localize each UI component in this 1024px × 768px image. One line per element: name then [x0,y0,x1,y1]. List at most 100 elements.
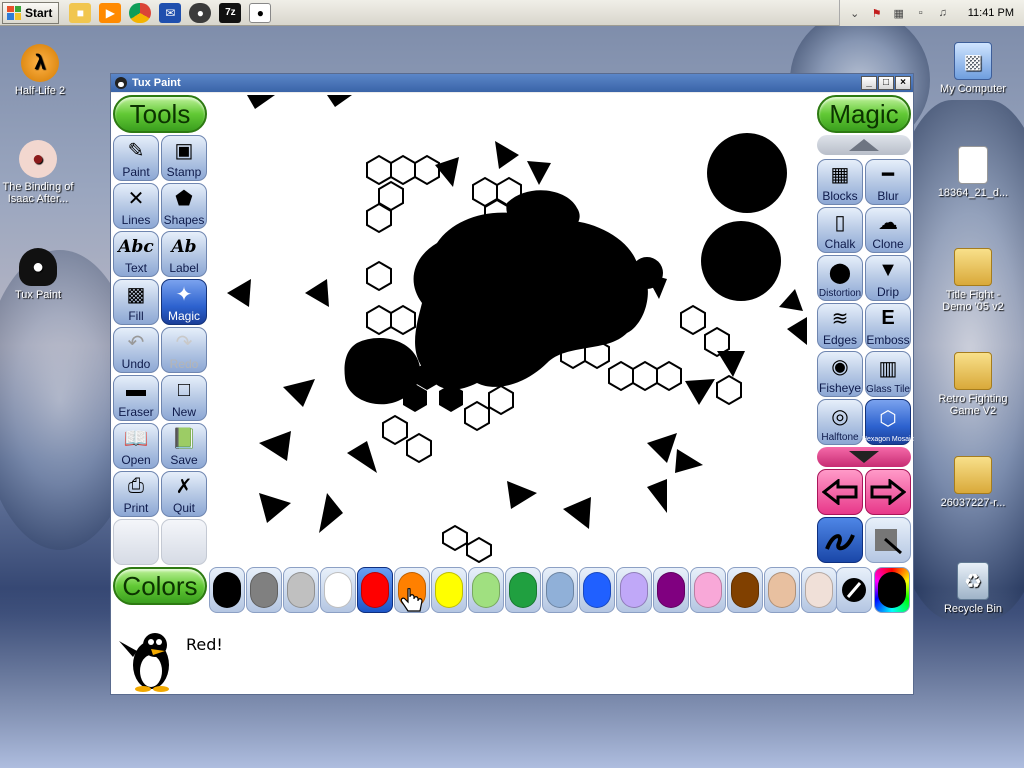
desktop-icon-my-computer[interactable]: ▩ My Computer [933,42,1013,95]
tool-lines[interactable]: ✕ Lines [113,183,159,229]
network-icon[interactable]: ▦ [892,6,906,20]
status-message: Red! [186,635,223,654]
tool-label: Undo [121,357,151,371]
volume-icon[interactable]: ♫ [936,6,950,20]
color-swatch-button[interactable] [690,567,726,613]
magic-edges[interactable]: ≋ Edges [817,303,863,349]
drawing-canvas[interactable] [207,93,817,563]
maximize-button[interactable]: □ [878,76,894,90]
desktop-icon-binding-of-isaac[interactable]: ● The Binding of Isaac After... [0,140,78,205]
pentagon-icon: ⬟ [175,188,193,210]
magic-prev-page[interactable] [817,469,863,515]
desktop-icon-tux-paint[interactable]: ● Tux Paint [0,248,78,301]
magic-fisheye[interactable]: ◉ Fisheye [817,351,863,397]
security-icon[interactable]: ⚑ [870,6,884,20]
window-titlebar[interactable]: Tux Paint _ □ × [111,74,913,92]
magic-hexagon-mosaic[interactable]: ⬡ Hexagon Mosaic [862,399,914,445]
color-swatch [435,572,463,608]
magic-emboss[interactable]: E Emboss [865,303,911,349]
tool-label: Save [170,453,198,467]
magic-halftone[interactable]: ◎ Halftone [817,399,863,445]
desktop-icon-half-life[interactable]: λ Half-Life 2 [0,44,80,97]
close-button[interactable]: × [895,76,911,90]
color-swatch-button[interactable] [357,567,393,613]
desktop-icon-recycle-bin[interactable]: ♻ Recycle Bin [933,562,1013,615]
tool-quit[interactable]: ✗ Quit [161,471,207,517]
emboss-icon: E [881,307,895,329]
magic-mode-fullscreen[interactable] [865,517,911,563]
tool-eraser[interactable]: ▬ Eraser [113,375,159,421]
minimize-button[interactable]: _ [861,76,877,90]
tool-text[interactable]: Abc Text [113,231,159,277]
7zip-icon[interactable]: 7z [219,2,242,23]
desktop-icon-file[interactable]: 18364_21_d... [933,146,1013,199]
color-rainbow-picker[interactable] [874,567,910,613]
tool-paint[interactable]: ✎ Paint [113,135,159,181]
mail-icon[interactable]: ✉ [159,2,182,23]
magic-mode-paint[interactable] [817,517,863,563]
magic-blur[interactable]: ━ Blur [865,159,911,205]
tool-fill[interactable]: ▩ Fill [113,279,159,325]
folder-icon [954,352,992,390]
clock[interactable]: 11:41 PM [968,7,1014,19]
desktop-icon-retro-fighting[interactable]: Retro Fighting Game V2 [933,352,1013,417]
color-swatch-button[interactable] [542,567,578,613]
taskbar: Start ■ ▶ ✉ ● 7z ● ⌄ ⚑ ▦ ▫ ♫ 11:41 PM [0,0,1024,26]
color-swatch-button[interactable] [505,567,541,613]
tool-stamp[interactable]: ▣ Stamp [161,135,207,181]
edges-icon: ≋ [831,308,849,330]
tool-shapes[interactable]: ⬟ Shapes [161,183,207,229]
folder-icon [954,248,992,286]
magic-drip[interactable]: ▼ Drip [865,255,911,301]
magic-next-page[interactable] [865,469,911,515]
color-swatch-button[interactable] [653,567,689,613]
tool-redo[interactable]: ↷ Redo [161,327,207,373]
desktop-icon-archive[interactable]: 26037227-r... [933,456,1013,509]
desktop-icon-title-fight[interactable]: Title Fight - Demo '05 v2 [933,248,1013,313]
tool-save[interactable]: 📗 Save [161,423,207,469]
winamp-icon[interactable]: ● [189,2,212,23]
color-swatch-button[interactable] [283,567,319,613]
color-swatch [287,572,315,608]
tool-new[interactable]: □ New [161,375,207,421]
tux-paint-client: Tools ✎ Paint ▣ Stamp ✕ Lines ⬟ Shapes A… [111,93,914,694]
chrome-icon[interactable] [129,2,152,23]
media-player-icon[interactable]: ▶ [99,2,122,23]
start-button[interactable]: Start [2,1,60,24]
magic-blocks[interactable]: ▦ Blocks [817,159,863,205]
magic-scroll-up[interactable] [817,135,911,155]
tool-print[interactable]: ⎙ Print [113,471,159,517]
magic-label: Fisheye [818,381,862,395]
recycle-bin-icon: ♻ [957,562,989,600]
tool-label[interactable]: Ab Label [161,231,207,277]
color-swatch-button[interactable] [209,567,245,613]
desktop-icon-label: 26037227-r... [940,497,1006,509]
color-swatch-button[interactable] [246,567,282,613]
tool-undo[interactable]: ↶ Undo [113,327,159,373]
magic-distortion[interactable]: ⬤ Distortion [817,255,863,301]
tool-magic[interactable]: ✦ Magic [161,279,207,325]
color-swatch-button[interactable] [801,567,837,613]
color-swatch-button[interactable] [616,567,652,613]
tool-open[interactable]: 📖 Open [113,423,159,469]
chevron-down-icon[interactable]: ⌄ [848,6,862,20]
folder-icon[interactable]: ■ [69,2,92,23]
tux-icon[interactable]: ● [249,2,272,23]
color-swatch-button[interactable] [320,567,356,613]
magic-scroll-down[interactable] [817,447,911,467]
color-swatch-button[interactable] [764,567,800,613]
color-swatch [731,572,759,608]
power-icon[interactable]: ▫ [914,6,928,20]
color-swatch-button[interactable] [579,567,615,613]
magic-glass-tile[interactable]: ▥ Glass Tile [865,351,911,397]
magic-clone[interactable]: ☁ Clone [865,207,911,253]
desktop-icon-label: Title Fight - Demo '05 v2 [942,289,1004,313]
blur-icon: ━ [881,164,895,186]
color-picker-eyedropper[interactable] [836,567,872,613]
colors-header: Colors [113,567,207,605]
magic-chalk[interactable]: ▯ Chalk [817,207,863,253]
tools-header: Tools [113,95,207,133]
color-swatch-button[interactable] [727,567,763,613]
color-swatch-button[interactable] [431,567,467,613]
color-swatch-button[interactable] [468,567,504,613]
